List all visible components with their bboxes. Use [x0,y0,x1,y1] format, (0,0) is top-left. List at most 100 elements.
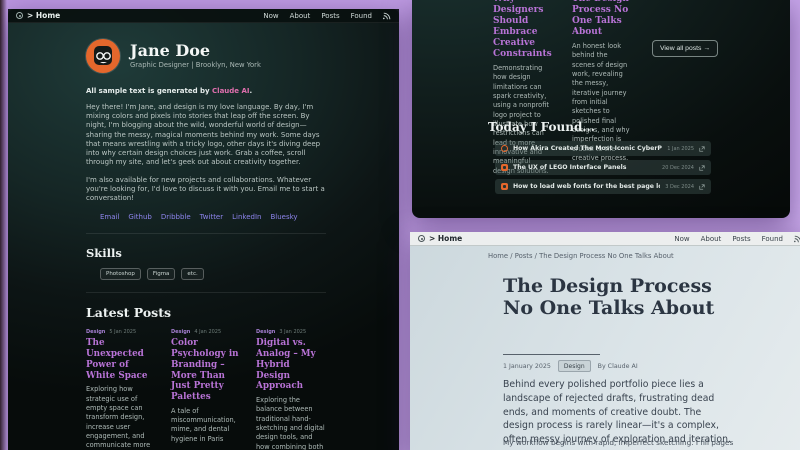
home-content: Jane Doe Graphic Designer | Brooklyn, Ne… [86,23,326,450]
lego-icon [501,164,508,171]
post-tag[interactable]: Design [171,329,190,335]
nav-item-posts[interactable]: Posts [321,12,339,20]
article-date: 1 January 2025 [503,363,551,370]
nav-links: Now About Posts Found [674,235,800,243]
profile-name: Jane Doe [130,43,261,60]
claude-ai-link[interactable]: Claude AI [212,87,249,95]
found-item[interactable]: The UX of LEGO Interface Panels 20 Dec 2… [495,160,711,175]
found-date: 3 Dec 2024 [665,184,694,190]
social-link-linkedin[interactable]: LinkedIn [232,213,261,221]
found-title[interactable]: The UX of LEGO Interface Panels [513,164,657,171]
post-tag[interactable]: Design [86,329,105,335]
external-link-icon[interactable] [699,146,705,152]
social-link-email[interactable]: Email [100,213,119,221]
profile-header: Jane Doe Graphic Designer | Brooklyn, Ne… [86,39,326,73]
post-card[interactable]: Design 3 Jan 2025 Digital vs. Analog – My… [256,329,326,450]
breadcrumb-separator: / [510,252,512,260]
social-link-twitter[interactable]: Twitter [200,213,223,221]
nav-item-about[interactable]: About [290,12,311,20]
external-link-icon[interactable] [699,184,705,190]
found-title[interactable]: How Akira Created The Most Iconic CyberP… [513,145,662,152]
post-meta: Design 4 Jan 2025 [171,329,241,335]
skills-heading: Skills [86,246,326,260]
breadcrumb-posts[interactable]: Posts [515,252,533,260]
skills-badges: Photoshop Figma etc. [100,268,326,280]
post-date: 5 Jan 2025 [109,329,136,335]
post-meta: Design 5 Jan 2025 [86,329,156,335]
skill-badge-photoshop: Photoshop [100,268,141,280]
latest-posts-heading: Latest Posts [86,305,326,320]
fonts-icon [501,183,508,190]
social-link-dribbble[interactable]: Dribbble [161,213,191,221]
brand-label: > Home [27,11,60,20]
window-dark-home: > Home Now About Posts Found [8,9,399,450]
disclaimer-prefix: All sample text is generated by [86,87,212,95]
view-all-posts-button[interactable]: View all posts → [652,40,718,57]
home-breadcrumb[interactable]: > Home [418,234,462,243]
post-card[interactable]: Design 5 Jan 2025 The Unexpected Power of… [86,329,156,450]
post-meta: Design 3 Jan 2025 [256,329,326,335]
latest-posts-grid: Design 5 Jan 2025 The Unexpected Power of… [86,329,326,450]
breadcrumb-separator: / [535,252,537,260]
nav-item-posts[interactable]: Posts [732,235,750,243]
divider [86,233,326,234]
top-navbar: > Home Now About Posts Found [8,9,399,23]
post-card[interactable]: Design 4 Jan 2025 Color Psychology in Bra… [171,329,241,450]
post-card[interactable]: The Design Process No One Talks About An… [572,0,632,164]
article-title: The Design Process No One Talks About [503,276,728,319]
post-title[interactable]: The Design Process No One Talks About [572,0,632,38]
breadcrumb-current: The Design Process No One Talks About [539,252,674,260]
rss-icon[interactable] [383,12,391,20]
target-icon [501,145,508,152]
article-lead-paragraph: Behind every polished portfolio piece li… [503,378,731,447]
found-date: 20 Dec 2024 [662,165,694,171]
site-logo-icon [16,12,23,19]
found-item[interactable]: How to load web fonts for the best page … [495,179,711,194]
post-date: 4 Jan 2025 [194,329,221,335]
post-title[interactable]: Digital vs. Analog – My Hybrid Design Ap… [256,338,326,392]
nav-item-found[interactable]: Found [351,12,372,20]
post-tag[interactable]: Design [256,329,275,335]
found-title[interactable]: How to load web fonts for the best page … [513,183,660,190]
rss-icon[interactable] [794,235,800,243]
sample-text-disclaimer: All sample text is generated by Claude A… [86,87,326,95]
profile-names: Jane Doe Graphic Designer | Brooklyn, Ne… [130,43,261,70]
post-title[interactable]: Color Psychology in Branding – More Than… [171,338,241,402]
title-rule [503,354,600,355]
top-navbar: > Home Now About Posts Found [410,232,800,246]
skill-badge-etc: etc. [181,268,203,280]
brand-label: > Home [429,234,462,243]
site-logo-icon [418,235,425,242]
post-title[interactable]: The Unexpected Power of White Space [86,338,156,381]
avatar [86,39,120,73]
home-breadcrumb[interactable]: > Home [16,11,60,20]
post-date: 3 Jan 2025 [279,329,306,335]
avatar-face-icon [90,43,116,69]
post-excerpt: A tale of miscommunication, mime, and de… [171,407,241,444]
found-list: How Akira Created The Most Iconic CyberP… [495,141,711,194]
post-excerpt: Exploring how strategic use of empty spa… [86,385,156,450]
post-title[interactable]: Why Designers Should Embrace Creative Co… [493,0,551,60]
found-item[interactable]: How Akira Created The Most Iconic CyberP… [495,141,711,156]
today-i-found-heading: Today I Found... [488,120,595,134]
social-link-bluesky[interactable]: Bluesky [270,213,297,221]
bio-paragraph-1: Hey there! I'm Jane, and design is my lo… [86,103,326,168]
desktop-background: > Home Now About Posts Found [0,0,800,450]
skill-badge-figma: Figma [147,268,176,280]
external-link-icon[interactable] [699,165,705,171]
breadcrumb-home[interactable]: Home [488,252,508,260]
profile-tagline: Graphic Designer | Brooklyn, New York [130,61,261,69]
article-tag-badge[interactable]: Design [558,360,591,372]
social-link-github[interactable]: Github [128,213,151,221]
nav-item-now[interactable]: Now [263,12,278,20]
nav-item-found[interactable]: Found [762,235,783,243]
disclaimer-suffix: . [250,87,253,95]
article-meta: 1 January 2025 Design By Claude AI [503,360,638,372]
divider [86,292,326,293]
nav-item-about[interactable]: About [701,235,722,243]
window-light-article: > Home Now About Posts Found Home / Post… [410,232,800,450]
social-links: Email Github Dribbble Twitter LinkedIn B… [100,213,326,221]
nav-item-now[interactable]: Now [674,235,689,243]
found-date: 1 Jan 2025 [667,146,694,152]
article-author: By Claude AI [598,363,638,370]
